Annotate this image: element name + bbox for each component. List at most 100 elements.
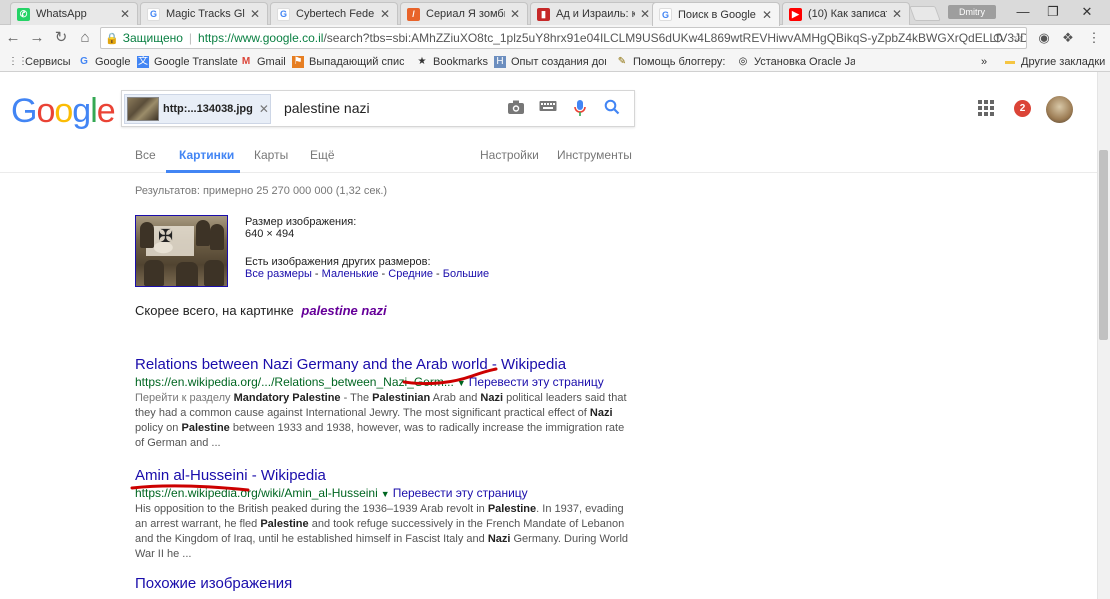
bookmark-other[interactable]: ▬ Другие закладки bbox=[1004, 54, 1105, 69]
google-icon: G bbox=[659, 8, 672, 21]
lock-icon: 🔒 bbox=[105, 32, 119, 45]
bookmark-label: Bookmarks bbox=[433, 55, 489, 68]
apps-icon: ⋮⋮ bbox=[8, 55, 28, 67]
browser-tab-zombie-series[interactable]: / Сериал Я зомби ✕ bbox=[400, 2, 528, 25]
address-bar[interactable]: 🔒 Защищено | https://www.google.co.il /s… bbox=[100, 27, 1027, 49]
tab-more[interactable]: Ещё bbox=[310, 148, 335, 162]
search-image-chip[interactable]: http:...134038.jpg ✕ bbox=[124, 94, 271, 124]
bookmark-google-translate[interactable]: 文 Google Translate bbox=[137, 54, 238, 69]
bookmarks-overflow-icon[interactable]: » bbox=[981, 54, 987, 69]
figure-shape bbox=[176, 262, 198, 286]
best-guess-query-link[interactable]: palestine nazi bbox=[301, 303, 386, 318]
similar-images-heading[interactable]: Похожие изображения bbox=[135, 575, 292, 592]
video-site-icon: / bbox=[407, 7, 420, 21]
bookmark-star-icon[interactable]: ☆ bbox=[1008, 28, 1028, 48]
query-image-thumbnail bbox=[127, 97, 159, 121]
close-icon[interactable]: ✕ bbox=[119, 7, 131, 21]
link-small-sizes[interactable]: Маленькие bbox=[322, 268, 379, 280]
tab-settings[interactable]: Настройки bbox=[480, 148, 539, 162]
translate-page-link[interactable]: Перевести эту страницу bbox=[393, 486, 528, 500]
tab-title: Поиск в Google bbox=[678, 8, 756, 21]
bookmark-dropdown-list[interactable]: ⚑ Выпадающий списо bbox=[292, 54, 404, 69]
google-logo[interactable]: Google bbox=[11, 92, 116, 131]
url-dropdown-icon[interactable]: ▼ bbox=[457, 378, 466, 388]
search-icon[interactable] bbox=[602, 99, 622, 119]
news-icon: ▮ bbox=[537, 7, 550, 21]
page-scrollbar[interactable] bbox=[1097, 72, 1110, 599]
bookmark-bookmarks[interactable]: ★ Bookmarks bbox=[416, 54, 489, 69]
result-url: https://en.wikipedia.org/.../Relations_b… bbox=[135, 375, 635, 389]
browser-tab-cybertech[interactable]: G Cybertech Federat ✕ bbox=[270, 2, 398, 25]
profile-name[interactable]: Dmitry bbox=[948, 5, 996, 19]
bookmark-label: Опыт создания дом bbox=[511, 55, 606, 68]
search-box[interactable]: http:...134038.jpg ✕ palestine nazi bbox=[121, 90, 635, 127]
bookmark-gmail[interactable]: M Gmail bbox=[240, 54, 286, 69]
bookmark-icon: ⚑ bbox=[292, 55, 304, 68]
search-input[interactable]: palestine nazi bbox=[284, 100, 370, 116]
extension-icon[interactable]: ◉ bbox=[1034, 28, 1054, 48]
bookmark-blogger-help[interactable]: ✎ Помощь блоггеру: Л bbox=[616, 54, 728, 69]
location-icon[interactable]: ⊙ bbox=[988, 28, 1008, 48]
link-medium-sizes[interactable]: Средние bbox=[388, 268, 433, 280]
best-guess-label: Скорее всего, на картинке bbox=[135, 303, 294, 318]
avatar[interactable] bbox=[1046, 96, 1073, 123]
close-icon[interactable]: ✕ bbox=[639, 7, 651, 21]
browser-tab-israel-article[interactable]: ▮ Ад и Израиль: как ✕ bbox=[530, 2, 658, 25]
bookmark-google[interactable]: G Google bbox=[78, 54, 130, 69]
camera-icon[interactable] bbox=[506, 99, 526, 119]
translate-page-link[interactable]: Перевести эту страницу bbox=[469, 375, 604, 389]
notification-badge[interactable]: 2 bbox=[1014, 100, 1031, 117]
scrollbar-thumb[interactable] bbox=[1099, 150, 1108, 340]
bookmark-label: Установка Oracle Jav bbox=[754, 55, 855, 68]
figure-shape bbox=[144, 260, 164, 286]
bookmark-site-experience[interactable]: H Опыт создания дом bbox=[494, 54, 606, 69]
result-url: https://en.wikipedia.org/wiki/Amin_al-Hu… bbox=[135, 486, 635, 500]
close-window-icon[interactable]: ✕ bbox=[1072, 3, 1102, 21]
bookmark-oracle-java[interactable]: ◎ Установка Oracle Jav bbox=[737, 54, 855, 69]
link-large-sizes[interactable]: Большие bbox=[443, 268, 489, 280]
query-image-preview[interactable]: ✠ bbox=[135, 215, 228, 287]
maximize-icon[interactable]: ❐ bbox=[1038, 3, 1068, 21]
close-icon[interactable]: ✕ bbox=[379, 7, 391, 21]
figure-shape bbox=[140, 222, 154, 248]
page-icon: ✎ bbox=[617, 55, 627, 67]
close-icon[interactable]: ✕ bbox=[891, 7, 903, 21]
close-icon[interactable]: ✕ bbox=[249, 7, 261, 21]
browser-tab-youtube[interactable]: ▶ (10) Как записать ✕ bbox=[782, 2, 910, 25]
browser-tab-magic-tracks[interactable]: G Magic Tracks Glow ✕ bbox=[140, 2, 268, 25]
dropbox-icon[interactable]: ❖ bbox=[1058, 28, 1078, 48]
reload-icon[interactable]: ↻ bbox=[51, 28, 71, 48]
tab-images[interactable]: Картинки bbox=[179, 148, 234, 162]
forward-icon[interactable]: → bbox=[27, 28, 47, 48]
link-all-sizes[interactable]: Все размеры bbox=[245, 268, 312, 280]
minimize-icon[interactable]: — bbox=[1008, 3, 1038, 21]
back-icon[interactable]: ← bbox=[3, 28, 23, 48]
tab-tools[interactable]: Инструменты bbox=[557, 148, 632, 162]
bookmark-apps[interactable]: ⋮⋮ Сервисы bbox=[8, 54, 71, 69]
google-apps-icon[interactable] bbox=[978, 100, 994, 116]
flag-emblem: ✠ bbox=[158, 226, 174, 246]
tab-all[interactable]: Все bbox=[135, 148, 156, 162]
url-dropdown-icon[interactable]: ▼ bbox=[381, 489, 390, 499]
folder-icon: ▬ bbox=[1005, 55, 1015, 67]
result-title-link[interactable]: Relations between Nazi Germany and the A… bbox=[135, 356, 635, 373]
keyboard-icon[interactable] bbox=[538, 99, 558, 119]
search-result: Amin al-Husseini - Wikipedia https://en.… bbox=[135, 467, 635, 562]
close-icon[interactable]: ✕ bbox=[761, 8, 773, 22]
browser-tab-google-search[interactable]: G Поиск в Google ✕ bbox=[652, 2, 780, 26]
close-icon[interactable]: ✕ bbox=[509, 7, 521, 21]
youtube-icon: ▶ bbox=[789, 7, 802, 21]
bookmark-label: Gmail bbox=[257, 55, 286, 68]
microphone-icon[interactable] bbox=[570, 99, 590, 119]
browser-tab-whatsapp[interactable]: ✆ WhatsApp ✕ bbox=[10, 2, 138, 25]
result-title-link[interactable]: Amin al-Husseini - Wikipedia bbox=[135, 467, 635, 484]
menu-icon[interactable]: ⋮ bbox=[1084, 28, 1104, 48]
remove-image-icon[interactable]: ✕ bbox=[259, 102, 269, 116]
new-tab-button[interactable] bbox=[909, 6, 941, 21]
home-icon[interactable]: ⌂ bbox=[75, 28, 95, 48]
browser-tab-strip: ✆ WhatsApp ✕ G Magic Tracks Glow ✕ G Cyb… bbox=[0, 0, 1110, 26]
tab-maps[interactable]: Карты bbox=[254, 148, 288, 162]
divider: | bbox=[188, 31, 193, 45]
google-icon: G bbox=[147, 7, 160, 21]
tab-title: Magic Tracks Glow bbox=[166, 8, 245, 20]
